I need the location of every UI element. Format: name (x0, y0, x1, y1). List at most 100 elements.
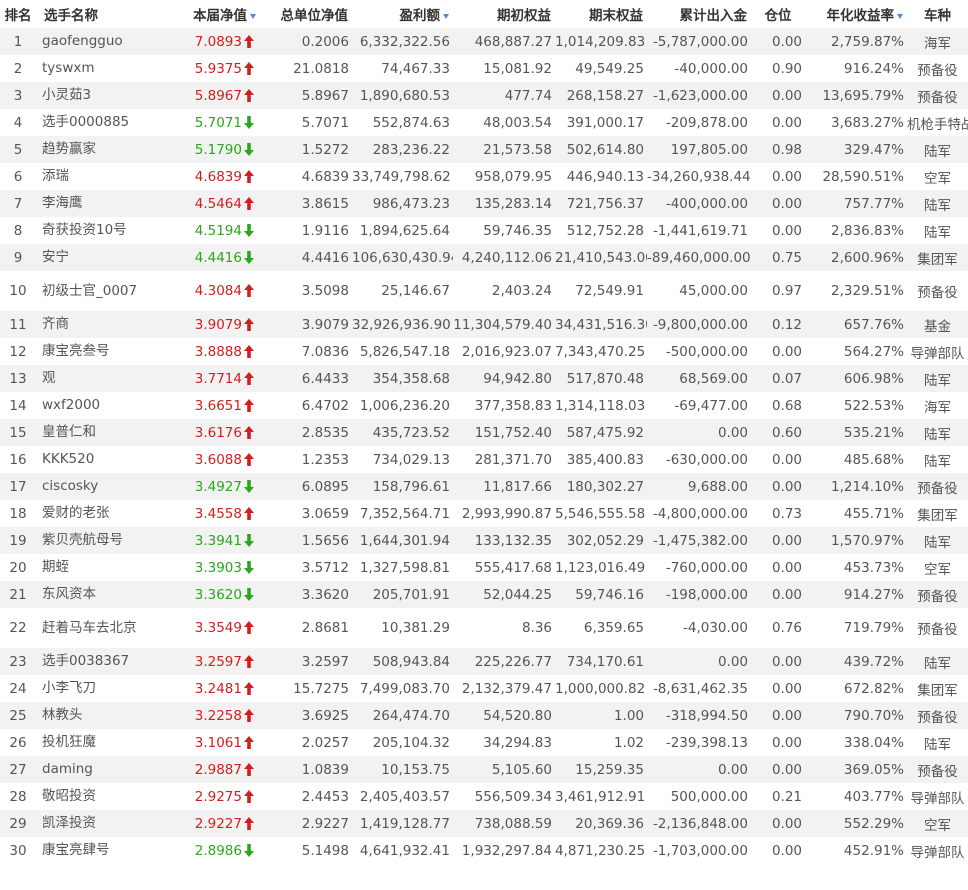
player-name-cell-text[interactable]: 齐商 (42, 316, 146, 333)
player-name-cell[interactable]: 投机狂魔 (36, 729, 146, 756)
annual-return-cell: 403.77% (805, 783, 907, 810)
start-equity-cell-text: 2,993,990.87 (461, 505, 552, 522)
player-name-cell[interactable]: 期蛭 (36, 554, 146, 581)
player-name-cell[interactable]: 东风资本 (36, 581, 146, 608)
position-cell-text: 0.00 (771, 451, 802, 468)
pnl-cell-text: 508,943.84 (372, 653, 450, 670)
player-name-cell-text[interactable]: 赶着马车去北京 (42, 620, 146, 637)
player-name-cell-text[interactable]: tyswxm (42, 60, 146, 77)
class-cell: 集团军 (907, 244, 968, 271)
rank-cell: 10 (0, 271, 36, 311)
player-name-cell[interactable]: 小灵茹3 (36, 82, 146, 109)
header-annual-return-sortable[interactable]: 年化收益率 (805, 0, 907, 28)
player-name-cell-text[interactable]: 林教头 (42, 707, 146, 724)
player-name-cell[interactable]: 康宝亮肆号 (36, 837, 146, 864)
player-name-cell[interactable]: 小李飞刀 (36, 675, 146, 702)
cum-flow-cell: 500,000.00 (647, 783, 751, 810)
position-cell-text: 0.00 (771, 222, 802, 239)
player-name-cell-text[interactable]: 李海鹰 (42, 195, 146, 212)
player-name-cell[interactable]: wxf2000 (36, 392, 146, 419)
player-name-cell-text[interactable]: 康宝亮肆号 (42, 842, 146, 859)
arrow-down-icon (244, 223, 254, 237)
player-name-cell-text[interactable]: 皇普仁和 (42, 424, 146, 441)
player-name-cell[interactable]: 爱财的老张 (36, 500, 146, 527)
table-row: 29 凯泽投资 2.9227 2.9227 1,419,128.77 738,088.59… (0, 810, 968, 837)
player-name-cell[interactable]: 敬昭投资 (36, 783, 146, 810)
arrow-up-icon (244, 344, 254, 358)
player-name-cell[interactable]: 选手0038367 (36, 648, 146, 675)
player-name-cell-text[interactable]: 东风资本 (42, 586, 146, 603)
annual-return-cell: 552.29% (805, 810, 907, 837)
player-name-cell-text[interactable]: 爱财的老张 (42, 505, 146, 522)
player-name-cell[interactable]: 皇普仁和 (36, 419, 146, 446)
start-equity-cell-text: 8.36 (521, 620, 552, 636)
player-name-cell[interactable]: 赶着马车去北京 (36, 608, 146, 648)
player-name-cell-text[interactable]: wxf2000 (42, 397, 146, 414)
player-name-cell[interactable]: ciscosky (36, 473, 146, 500)
player-name-cell-text[interactable]: KKK520 (42, 451, 146, 468)
player-name-cell[interactable]: 安宁 (36, 244, 146, 271)
total-nav-cell: 6.4702 (260, 392, 352, 419)
player-name-cell-text[interactable]: 观 (42, 370, 146, 387)
pnl-cell-text: 106,630,430.94 (352, 249, 453, 266)
player-name-cell-text[interactable]: 初级士官_0007 (42, 283, 146, 300)
end-equity-cell-text: 1,314,118.03 (555, 397, 646, 414)
annual-return-cell: 2,759.87% (805, 28, 907, 55)
player-name-cell-text[interactable]: 选手0038367 (42, 653, 146, 670)
end-equity-cell: 734,170.61 (555, 648, 647, 675)
start-equity-cell-text: 11,304,579.40 (453, 316, 552, 333)
player-name-cell-text[interactable]: 选手0000885 (42, 114, 146, 131)
player-name-cell-text[interactable]: 投机狂魔 (42, 734, 146, 751)
player-name-cell-text[interactable]: daming (42, 761, 146, 778)
player-name-cell[interactable]: 初级士官_0007 (36, 271, 146, 311)
player-name-cell[interactable]: 紫贝壳航母号 (36, 527, 146, 554)
player-name-cell[interactable]: gaofengguo (36, 28, 146, 55)
player-name-cell-text[interactable]: 小灵茹3 (42, 87, 146, 104)
position-cell-text: 0.76 (771, 620, 802, 636)
class-cell-text: 预备役 (917, 285, 958, 301)
player-name-cell[interactable]: 凯泽投资 (36, 810, 146, 837)
total-nav-cell: 1.2353 (260, 446, 352, 473)
pnl-cell: 5,826,547.18 (352, 338, 453, 365)
player-name-cell[interactable]: 添瑞 (36, 163, 146, 190)
rank-cell: 14 (0, 392, 36, 419)
cum-flow-cell: -209,878.00 (647, 109, 751, 136)
class-cell: 陆军 (907, 527, 968, 554)
player-name-cell-text[interactable]: 小李飞刀 (42, 680, 146, 697)
position-cell-text: 0.98 (771, 141, 802, 158)
player-name-cell[interactable]: 齐商 (36, 311, 146, 338)
player-name-cell[interactable]: 观 (36, 365, 146, 392)
header-nav-sortable[interactable]: 本届净值 (146, 0, 260, 28)
player-name-cell-text[interactable]: 添瑞 (42, 168, 146, 185)
player-name-cell-text[interactable]: ciscosky (42, 478, 146, 495)
player-name-cell[interactable]: 李海鹰 (36, 190, 146, 217)
player-name-cell[interactable]: 奇获投资10号 (36, 217, 146, 244)
player-name-cell-text[interactable]: 趋势赢家 (42, 141, 146, 158)
player-name-cell-text[interactable]: 紫贝壳航母号 (42, 532, 146, 549)
player-name-cell[interactable]: 选手0000885 (36, 109, 146, 136)
cum-flow-cell-text: 197,805.00 (670, 141, 748, 158)
player-name-cell-text[interactable]: 安宁 (42, 249, 146, 266)
player-name-cell[interactable]: 林教头 (36, 702, 146, 729)
nav-value: 5.7071 (194, 114, 242, 131)
rank-cell-text: 4 (13, 114, 23, 131)
player-name-cell-text[interactable]: 奇获投资10号 (42, 222, 146, 239)
player-name-cell-text[interactable]: 康宝亮叁号 (42, 343, 146, 360)
pnl-cell-text: 1,890,680.53 (359, 87, 450, 104)
player-name-cell[interactable]: 康宝亮叁号 (36, 338, 146, 365)
player-name-cell[interactable]: tyswxm (36, 55, 146, 82)
player-name-cell[interactable]: KKK520 (36, 446, 146, 473)
player-name-cell-text[interactable]: 期蛭 (42, 559, 146, 576)
player-name-cell-text[interactable]: 敬昭投资 (42, 788, 146, 805)
player-name-cell-text[interactable]: 凯泽投资 (42, 815, 146, 832)
player-name-cell-text[interactable]: gaofengguo (42, 33, 146, 50)
player-name-cell[interactable]: 趋势赢家 (36, 136, 146, 163)
player-name-cell[interactable]: daming (36, 756, 146, 783)
rank-cell: 5 (0, 136, 36, 163)
class-cell-text: 基金 (924, 318, 951, 335)
header-pnl-sortable[interactable]: 盈利额 (352, 0, 453, 28)
rank-cell-text: 2 (13, 60, 23, 77)
rank-cell-text: 26 (9, 734, 27, 751)
pnl-cell-text: 32,926,936.90 (352, 316, 451, 333)
end-equity-cell-text: 1.00 (613, 707, 644, 724)
